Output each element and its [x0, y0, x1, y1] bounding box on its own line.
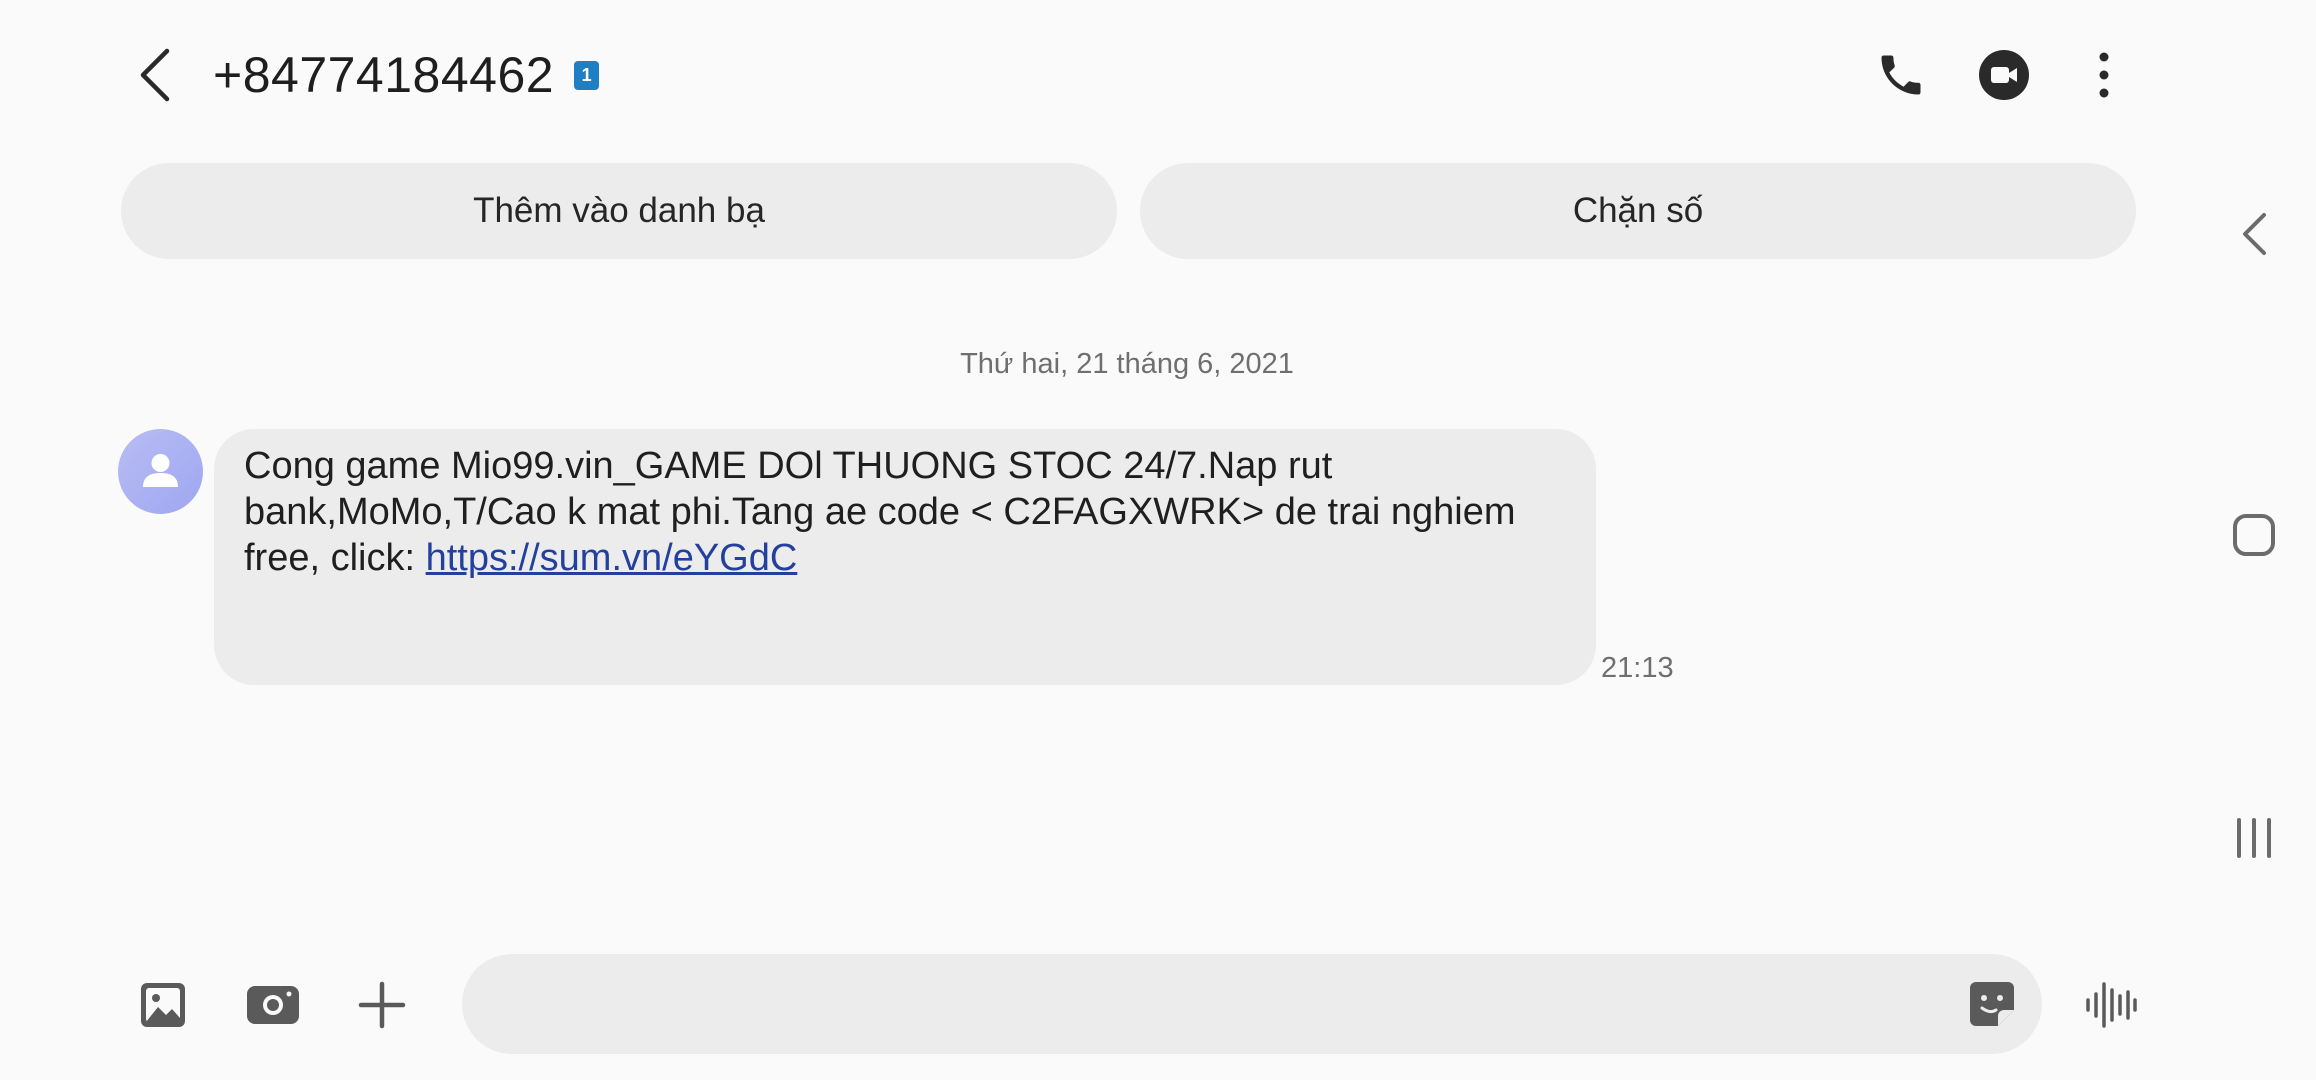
message-time: 21:13	[1601, 652, 1674, 684]
message-input[interactable]	[502, 983, 1922, 1025]
sticker-icon	[1970, 982, 2014, 1026]
more-options-icon	[2099, 52, 2109, 98]
camera-icon	[247, 986, 299, 1024]
message-input-box[interactable]	[462, 954, 2042, 1054]
person-icon	[143, 454, 178, 487]
nav-home-icon	[2233, 514, 2275, 556]
call-button[interactable]	[1868, 42, 1934, 108]
back-button[interactable]	[125, 40, 185, 110]
avatar[interactable]	[118, 429, 203, 514]
nav-back-button[interactable]	[2222, 202, 2286, 266]
conversation-header: +84774184462 1	[0, 0, 2160, 150]
nav-back-icon	[2243, 213, 2266, 255]
messaging-screen: +84774184462 1 Thêm vào danh bạ Chặn số	[0, 0, 2316, 1080]
gallery-icon	[141, 983, 185, 1027]
gallery-button[interactable]	[128, 970, 198, 1040]
more-options-button[interactable]	[2071, 42, 2137, 108]
plus-icon	[358, 981, 406, 1029]
header-title: +84774184462 1	[213, 40, 600, 110]
message-link[interactable]: https://sum.vn/eYGdC	[426, 537, 798, 579]
back-arrow-icon	[140, 48, 170, 102]
camera-button[interactable]	[238, 970, 308, 1040]
video-call-button[interactable]	[1971, 42, 2037, 108]
date-divider: Thứ hai, 21 tháng 6, 2021	[960, 348, 1294, 380]
attach-button[interactable]	[347, 970, 417, 1040]
sim-badge: 1	[574, 60, 600, 90]
video-call-icon	[1979, 50, 2029, 100]
add-to-contacts-button[interactable]: Thêm vào danh bạ	[121, 163, 1117, 259]
message-bubble[interactable]: Cong game Mio99.vin_GAME DOl THUONG STOC…	[214, 429, 1596, 685]
nav-recents-icon	[2237, 818, 2271, 858]
voice-record-icon	[2086, 982, 2137, 1028]
block-number-button[interactable]: Chặn số	[1140, 163, 2136, 259]
nav-recents-button[interactable]	[2222, 806, 2286, 870]
contact-number[interactable]: +84774184462	[213, 46, 554, 104]
sticker-button[interactable]	[1964, 976, 2020, 1032]
nav-home-button[interactable]	[2222, 503, 2286, 567]
voice-record-button[interactable]	[2076, 970, 2146, 1040]
phone-icon	[1881, 55, 1921, 95]
